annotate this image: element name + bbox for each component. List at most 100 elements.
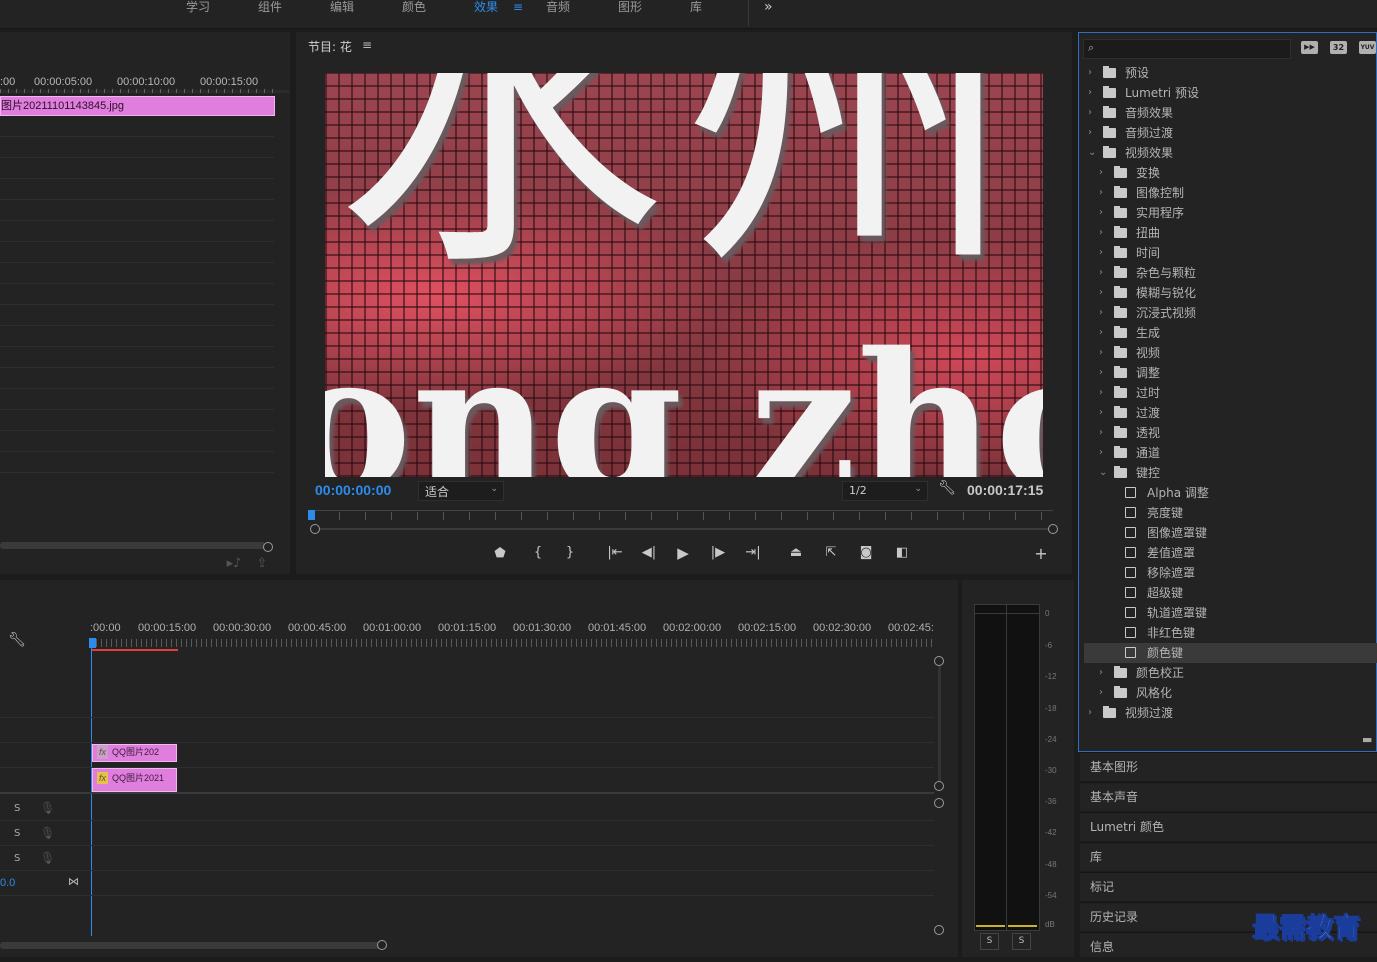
effects-folder[interactable]: › 图像控制: [1084, 183, 1377, 203]
panel-essential-graphics[interactable]: 基本图形: [1080, 752, 1377, 781]
master-volume[interactable]: 0.0: [0, 877, 15, 889]
tab-assembly[interactable]: 组件: [258, 0, 282, 20]
chevron-right-icon[interactable]: ›: [1099, 683, 1103, 703]
yuv-effects-icon[interactable]: YUV: [1359, 41, 1376, 54]
program-playhead[interactable]: [308, 510, 315, 520]
effects-search-input[interactable]: ⌕: [1083, 39, 1291, 59]
go-to-out-icon[interactable]: ⇥|: [743, 545, 763, 560]
chevron-right-icon[interactable]: ›: [1099, 223, 1103, 243]
chevron-right-icon[interactable]: ›: [1088, 123, 1092, 143]
effects-folder[interactable]: › 视频过渡: [1084, 703, 1377, 723]
panel-libraries[interactable]: 库: [1080, 842, 1377, 871]
vscroll-handle[interactable]: [934, 781, 944, 791]
chevron-right-icon[interactable]: ›: [1099, 163, 1103, 183]
solo-button[interactable]: S: [14, 853, 20, 864]
meter-solo-right[interactable]: S: [1012, 933, 1031, 950]
chevron-right-icon[interactable]: ›: [1099, 663, 1103, 683]
timeline-clip-v1[interactable]: fx QQ图片2021: [92, 768, 177, 792]
tab-editing[interactable]: 编辑: [330, 0, 354, 20]
chevron-right-icon[interactable]: ›: [1088, 103, 1092, 123]
effects-folder[interactable]: ⌄ 视频效果: [1084, 143, 1377, 163]
effects-folder[interactable]: › 杂色与颗粒: [1084, 263, 1377, 283]
effects-folder[interactable]: › 变换: [1084, 163, 1377, 183]
workspace-menu-icon[interactable]: ≡: [513, 0, 523, 20]
lift-icon[interactable]: ⏏: [786, 545, 806, 560]
program-title[interactable]: 节目: 花: [308, 38, 352, 55]
effect-item[interactable]: 图像遮罩键: [1084, 523, 1377, 543]
tab-color[interactable]: 颜色: [402, 0, 426, 20]
export-icon[interactable]: ⇪: [254, 556, 270, 571]
vscroll-handle[interactable]: [934, 656, 944, 666]
timeline-clip-v2[interactable]: fx QQ图片202: [92, 744, 177, 762]
tab-learn[interactable]: 学习: [186, 0, 210, 20]
mark-out-icon[interactable]: }: [562, 545, 578, 560]
chevron-right-icon[interactable]: ›: [1099, 243, 1103, 263]
effects-folder[interactable]: › 过渡: [1084, 403, 1377, 423]
effects-folder[interactable]: › 颜色校正: [1084, 663, 1377, 683]
effect-item[interactable]: 差值遮罩: [1084, 543, 1377, 563]
source-scroll-handle[interactable]: [263, 542, 273, 552]
source-scrollbar[interactable]: [0, 542, 265, 549]
solo-button[interactable]: S: [14, 803, 20, 814]
chevron-right-icon[interactable]: ›: [1099, 403, 1103, 423]
effects-folder[interactable]: › 扭曲: [1084, 223, 1377, 243]
video-vscroll[interactable]: [938, 660, 941, 788]
mark-in-icon[interactable]: {: [530, 545, 546, 560]
go-to-in-icon[interactable]: |⇤: [605, 545, 625, 560]
tab-graphics[interactable]: 图形: [618, 0, 642, 20]
solo-button[interactable]: S: [14, 828, 20, 839]
chevron-right-icon[interactable]: ›: [1099, 363, 1103, 383]
effects-folder[interactable]: › 透视: [1084, 423, 1377, 443]
chevron-right-icon[interactable]: ›: [1088, 703, 1092, 723]
resolution-select[interactable]: 1/2 ⌄: [842, 481, 928, 501]
effects-folder[interactable]: › 通道: [1084, 443, 1377, 463]
effect-item[interactable]: 非红色键: [1084, 623, 1377, 643]
compare-icon[interactable]: ◧: [892, 545, 912, 560]
effects-folder[interactable]: › 预设: [1084, 63, 1377, 83]
timeline-hscroll[interactable]: [0, 942, 380, 949]
tab-effects[interactable]: 效果: [474, 0, 498, 20]
panel-essential-sound[interactable]: 基本声音: [1080, 782, 1377, 811]
new-bin-icon[interactable]: ▬: [1362, 733, 1372, 746]
chevron-right-icon[interactable]: ›: [1099, 423, 1103, 443]
effects-folder[interactable]: › 时间: [1084, 243, 1377, 263]
add-button-icon[interactable]: +: [1032, 544, 1050, 563]
zoom-handle-left[interactable]: [310, 524, 320, 534]
work-area-bar[interactable]: [91, 649, 178, 651]
chevron-down-icon[interactable]: ⌄: [1088, 143, 1096, 163]
effects-folder[interactable]: › 实用程序: [1084, 203, 1377, 223]
program-ruler[interactable]: [313, 510, 1053, 511]
effects-folder[interactable]: › 模糊与锐化: [1084, 283, 1377, 303]
chevron-down-icon[interactable]: ⌄: [1099, 463, 1107, 483]
effect-item[interactable]: Alpha 调整: [1084, 483, 1377, 503]
effect-item[interactable]: 移除遮罩: [1084, 563, 1377, 583]
effects-folder[interactable]: › 沉浸式视频: [1084, 303, 1377, 323]
chevron-right-icon[interactable]: ›: [1088, 83, 1092, 103]
32bit-effects-icon[interactable]: 32: [1330, 41, 1347, 54]
timeline-wrench-icon[interactable]: 🔧︎: [8, 632, 26, 648]
mic-icon[interactable]: 🎙︎: [40, 851, 55, 865]
effect-item[interactable]: 颜色键: [1084, 643, 1377, 663]
meter-solo-left[interactable]: S: [980, 933, 999, 950]
bowtie-icon[interactable]: ⋈: [68, 875, 79, 888]
effects-folder[interactable]: › 生成: [1084, 323, 1377, 343]
tab-libraries[interactable]: 库: [690, 0, 702, 20]
more-workspaces-icon[interactable]: »: [764, 0, 773, 20]
effects-folder[interactable]: › Lumetri 预设: [1084, 83, 1377, 103]
step-forward-icon[interactable]: |▶: [709, 545, 727, 560]
chevron-right-icon[interactable]: ›: [1099, 383, 1103, 403]
effects-folder[interactable]: › 视频: [1084, 343, 1377, 363]
play-icon[interactable]: ▶: [674, 544, 692, 562]
panel-markers[interactable]: 标记: [1080, 872, 1377, 901]
chevron-right-icon[interactable]: ›: [1099, 443, 1103, 463]
effect-item[interactable]: 超级键: [1084, 583, 1377, 603]
video-frame[interactable]: 水州 ong zho: [325, 73, 1043, 477]
vscroll-handle[interactable]: [934, 925, 944, 935]
panel-menu-icon[interactable]: ≡: [362, 38, 372, 52]
chevron-right-icon[interactable]: ›: [1099, 283, 1103, 303]
chevron-right-icon[interactable]: ›: [1099, 263, 1103, 283]
effect-item[interactable]: 亮度键: [1084, 503, 1377, 523]
tab-audio[interactable]: 音频: [546, 0, 570, 20]
chevron-right-icon[interactable]: ›: [1099, 183, 1103, 203]
mic-icon[interactable]: 🎙︎: [40, 801, 55, 815]
